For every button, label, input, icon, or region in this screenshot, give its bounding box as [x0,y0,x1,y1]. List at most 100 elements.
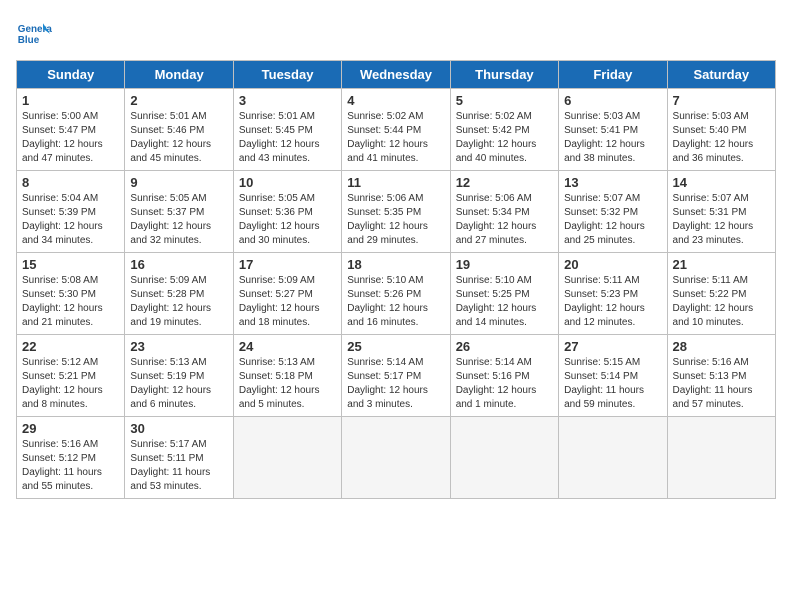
day-info: Sunrise: 5:00 AM Sunset: 5:47 PM Dayligh… [22,110,119,166]
day-number: 27 [564,339,661,354]
calendar-cell: 7 Sunrise: 5:03 AM Sunset: 5:40 PM Dayli… [667,89,775,171]
calendar-cell [667,417,775,499]
weekday-header: Wednesday [342,61,450,89]
day-number: 4 [347,93,444,108]
day-number: 8 [22,175,119,190]
day-number: 14 [673,175,770,190]
calendar-cell: 15 Sunrise: 5:08 AM Sunset: 5:30 PM Dayl… [17,253,125,335]
calendar-cell: 23 Sunrise: 5:13 AM Sunset: 5:19 PM Dayl… [125,335,233,417]
day-info: Sunrise: 5:14 AM Sunset: 5:16 PM Dayligh… [456,356,553,412]
day-info: Sunrise: 5:14 AM Sunset: 5:17 PM Dayligh… [347,356,444,412]
calendar-cell: 19 Sunrise: 5:10 AM Sunset: 5:25 PM Dayl… [450,253,558,335]
calendar-cell: 4 Sunrise: 5:02 AM Sunset: 5:44 PM Dayli… [342,89,450,171]
calendar-cell: 22 Sunrise: 5:12 AM Sunset: 5:21 PM Dayl… [17,335,125,417]
calendar-cell: 8 Sunrise: 5:04 AM Sunset: 5:39 PM Dayli… [17,171,125,253]
day-number: 18 [347,257,444,272]
svg-text:Blue: Blue [18,35,40,46]
day-number: 17 [239,257,336,272]
calendar-cell: 18 Sunrise: 5:10 AM Sunset: 5:26 PM Dayl… [342,253,450,335]
calendar-cell: 9 Sunrise: 5:05 AM Sunset: 5:37 PM Dayli… [125,171,233,253]
weekday-header: Sunday [17,61,125,89]
calendar-cell: 30 Sunrise: 5:17 AM Sunset: 5:11 PM Dayl… [125,417,233,499]
day-number: 22 [22,339,119,354]
day-info: Sunrise: 5:17 AM Sunset: 5:11 PM Dayligh… [130,438,227,494]
calendar-cell: 2 Sunrise: 5:01 AM Sunset: 5:46 PM Dayli… [125,89,233,171]
weekday-header: Saturday [667,61,775,89]
calendar-cell: 13 Sunrise: 5:07 AM Sunset: 5:32 PM Dayl… [559,171,667,253]
day-number: 30 [130,421,227,436]
weekday-header: Monday [125,61,233,89]
day-info: Sunrise: 5:01 AM Sunset: 5:45 PM Dayligh… [239,110,336,166]
calendar-cell: 20 Sunrise: 5:11 AM Sunset: 5:23 PM Dayl… [559,253,667,335]
day-info: Sunrise: 5:07 AM Sunset: 5:32 PM Dayligh… [564,192,661,248]
day-info: Sunrise: 5:16 AM Sunset: 5:12 PM Dayligh… [22,438,119,494]
day-info: Sunrise: 5:03 AM Sunset: 5:40 PM Dayligh… [673,110,770,166]
weekday-header: Thursday [450,61,558,89]
calendar: SundayMondayTuesdayWednesdayThursdayFrid… [16,60,776,499]
day-number: 10 [239,175,336,190]
weekday-header: Friday [559,61,667,89]
day-number: 9 [130,175,227,190]
day-info: Sunrise: 5:05 AM Sunset: 5:36 PM Dayligh… [239,192,336,248]
day-info: Sunrise: 5:04 AM Sunset: 5:39 PM Dayligh… [22,192,119,248]
day-number: 6 [564,93,661,108]
day-info: Sunrise: 5:01 AM Sunset: 5:46 PM Dayligh… [130,110,227,166]
day-number: 12 [456,175,553,190]
calendar-cell: 10 Sunrise: 5:05 AM Sunset: 5:36 PM Dayl… [233,171,341,253]
day-info: Sunrise: 5:13 AM Sunset: 5:19 PM Dayligh… [130,356,227,412]
day-number: 5 [456,93,553,108]
day-info: Sunrise: 5:15 AM Sunset: 5:14 PM Dayligh… [564,356,661,412]
day-info: Sunrise: 5:16 AM Sunset: 5:13 PM Dayligh… [673,356,770,412]
day-info: Sunrise: 5:11 AM Sunset: 5:22 PM Dayligh… [673,274,770,330]
day-number: 21 [673,257,770,272]
day-info: Sunrise: 5:08 AM Sunset: 5:30 PM Dayligh… [22,274,119,330]
calendar-cell: 11 Sunrise: 5:06 AM Sunset: 5:35 PM Dayl… [342,171,450,253]
day-number: 1 [22,93,119,108]
calendar-cell: 28 Sunrise: 5:16 AM Sunset: 5:13 PM Dayl… [667,335,775,417]
day-info: Sunrise: 5:10 AM Sunset: 5:25 PM Dayligh… [456,274,553,330]
logo-icon: General Blue [16,16,52,52]
day-number: 2 [130,93,227,108]
calendar-cell [559,417,667,499]
day-number: 11 [347,175,444,190]
calendar-cell: 6 Sunrise: 5:03 AM Sunset: 5:41 PM Dayli… [559,89,667,171]
day-number: 25 [347,339,444,354]
day-info: Sunrise: 5:13 AM Sunset: 5:18 PM Dayligh… [239,356,336,412]
day-info: Sunrise: 5:06 AM Sunset: 5:34 PM Dayligh… [456,192,553,248]
calendar-cell: 25 Sunrise: 5:14 AM Sunset: 5:17 PM Dayl… [342,335,450,417]
calendar-cell: 14 Sunrise: 5:07 AM Sunset: 5:31 PM Dayl… [667,171,775,253]
day-info: Sunrise: 5:02 AM Sunset: 5:44 PM Dayligh… [347,110,444,166]
day-number: 15 [22,257,119,272]
calendar-cell: 17 Sunrise: 5:09 AM Sunset: 5:27 PM Dayl… [233,253,341,335]
day-info: Sunrise: 5:05 AM Sunset: 5:37 PM Dayligh… [130,192,227,248]
day-number: 23 [130,339,227,354]
calendar-cell: 3 Sunrise: 5:01 AM Sunset: 5:45 PM Dayli… [233,89,341,171]
day-number: 28 [673,339,770,354]
header: General Blue [16,16,776,52]
calendar-cell: 26 Sunrise: 5:14 AM Sunset: 5:16 PM Dayl… [450,335,558,417]
day-info: Sunrise: 5:06 AM Sunset: 5:35 PM Dayligh… [347,192,444,248]
calendar-cell: 16 Sunrise: 5:09 AM Sunset: 5:28 PM Dayl… [125,253,233,335]
calendar-cell: 29 Sunrise: 5:16 AM Sunset: 5:12 PM Dayl… [17,417,125,499]
day-number: 24 [239,339,336,354]
calendar-cell [233,417,341,499]
calendar-cell: 24 Sunrise: 5:13 AM Sunset: 5:18 PM Dayl… [233,335,341,417]
day-number: 3 [239,93,336,108]
day-info: Sunrise: 5:10 AM Sunset: 5:26 PM Dayligh… [347,274,444,330]
day-number: 7 [673,93,770,108]
day-number: 29 [22,421,119,436]
logo: General Blue [16,16,52,52]
day-number: 26 [456,339,553,354]
day-info: Sunrise: 5:09 AM Sunset: 5:28 PM Dayligh… [130,274,227,330]
calendar-cell: 21 Sunrise: 5:11 AM Sunset: 5:22 PM Dayl… [667,253,775,335]
day-info: Sunrise: 5:03 AM Sunset: 5:41 PM Dayligh… [564,110,661,166]
calendar-cell: 12 Sunrise: 5:06 AM Sunset: 5:34 PM Dayl… [450,171,558,253]
day-info: Sunrise: 5:12 AM Sunset: 5:21 PM Dayligh… [22,356,119,412]
calendar-cell: 27 Sunrise: 5:15 AM Sunset: 5:14 PM Dayl… [559,335,667,417]
calendar-cell [342,417,450,499]
day-info: Sunrise: 5:09 AM Sunset: 5:27 PM Dayligh… [239,274,336,330]
day-info: Sunrise: 5:11 AM Sunset: 5:23 PM Dayligh… [564,274,661,330]
calendar-cell [450,417,558,499]
day-number: 20 [564,257,661,272]
day-number: 19 [456,257,553,272]
